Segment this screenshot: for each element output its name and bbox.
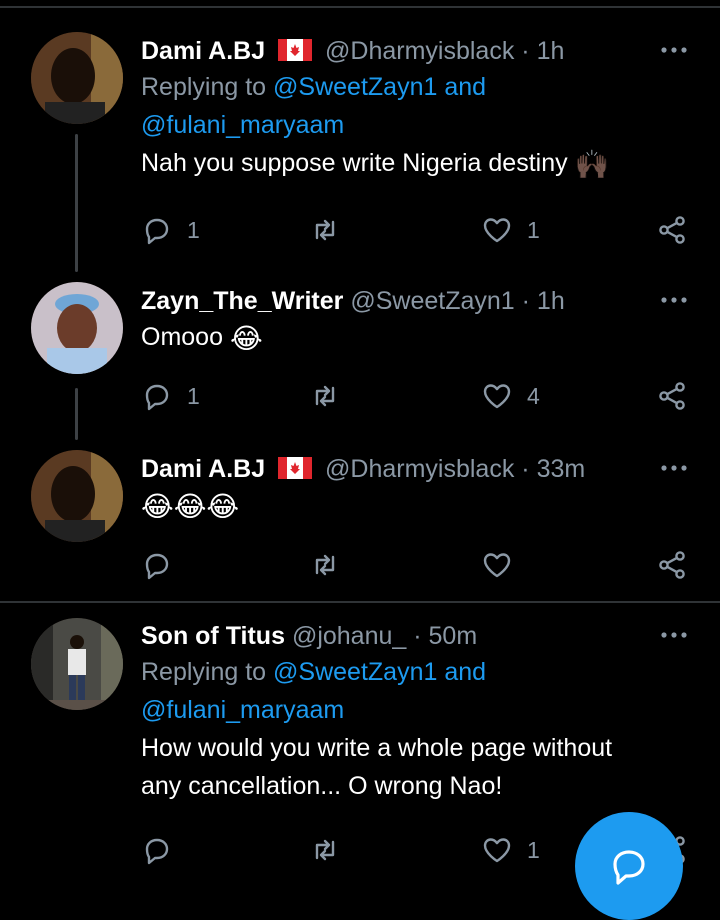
tweet-text: Nah you suppose write Nigeria destiny 🙌🏿 [141,144,690,184]
canada-flag-icon [278,39,313,61]
action-bar: 1 4 [141,376,701,416]
tweet-header: Son of Titus @johanu_ · 50m [141,619,690,653]
replying-to-line-2: @fulani_maryaam [141,106,690,144]
like-count: 1 [527,836,540,863]
display-name[interactable]: Dami A.BJ [141,37,265,65]
reply-button[interactable] [141,830,187,870]
retweet-button[interactable] [309,210,355,250]
thread-line [75,134,78,272]
display-name[interactable]: Son of Titus [141,622,285,650]
separator-dot: · [521,287,530,315]
share-button[interactable] [656,376,688,416]
like-icon [483,384,511,409]
retweet-icon [315,554,335,576]
like-icon [483,553,511,578]
reply-icon [145,553,169,580]
display-name[interactable]: Dami A.BJ [141,455,265,483]
laughing-emoji: 😂😂😂 [141,491,240,522]
action-bar: 1 1 [141,210,701,250]
tweet-text: 😂😂😂 [141,486,690,526]
avatar-image [31,282,123,374]
tweet-text: Omooo 😂 [141,318,690,358]
reply-icon [145,384,169,411]
avatar-son-of-titus[interactable] [31,618,123,710]
share-icon [659,216,685,244]
avatar-image [31,32,123,124]
replying-to-label: Replying to [141,73,267,101]
thread-line [75,388,78,440]
more-icon[interactable] [658,623,690,647]
replying-to-user-2[interactable]: @fulani_maryaam [141,111,344,139]
separator-dot: · [521,37,530,65]
like-button[interactable] [481,545,527,585]
replying-to-user-2[interactable]: @fulani_maryaam [141,696,344,724]
share-button[interactable] [656,210,688,250]
tweet-body: Nah you suppose write Nigeria destiny [141,149,568,177]
like-count: 1 [527,216,540,243]
raised-hands-emoji: 🙌🏿 [574,149,610,180]
laughing-emoji: 😂 [229,323,263,354]
compose-icon [613,850,645,885]
replying-to: Replying to @SweetZayn1 and [141,653,690,691]
tweet-body: Omooo [141,323,223,351]
action-bar [141,545,701,585]
retweet-icon [315,839,335,861]
reply-button[interactable]: 1 [141,376,200,416]
like-button[interactable]: 1 [481,830,540,870]
handle[interactable]: @Dharmyisblack [325,455,514,483]
retweet-button[interactable] [309,830,355,870]
more-icon[interactable] [658,456,690,480]
replying-to-users[interactable]: @SweetZayn1 and [273,73,486,101]
avatar-image [31,450,123,542]
like-count: 4 [527,382,540,409]
share-icon [659,551,685,579]
timestamp[interactable]: 33m [537,455,586,483]
handle[interactable]: @SweetZayn1 [350,287,514,315]
top-divider [0,6,720,8]
more-icon[interactable] [658,38,690,62]
share-button[interactable] [656,545,688,585]
avatar-dami[interactable] [31,32,123,124]
conversation-divider [0,601,720,603]
separator-dot: · [521,455,530,483]
timestamp[interactable]: 1h [537,37,565,65]
reply-button[interactable]: 1 [141,210,200,250]
reply-icon [145,218,169,245]
retweet-button[interactable] [309,545,355,585]
handle[interactable]: @Dharmyisblack [325,37,514,65]
timestamp[interactable]: 50m [429,622,478,650]
tweet-body: How would you write a whole page without [141,734,613,762]
reply-button[interactable] [141,545,187,585]
canada-flag-icon [278,457,313,479]
tweet-header: Zayn_The_Writer @SweetZayn1 · 1h [141,284,690,318]
like-icon [483,218,511,243]
replying-to-users[interactable]: @SweetZayn1 and [273,658,486,686]
tweet-body-line-2: any cancellation... O wrong Nao! [141,772,503,800]
replying-to-label: Replying to [141,658,267,686]
like-icon [483,838,511,863]
timestamp[interactable]: 1h [537,287,565,315]
reply-count: 1 [187,216,200,243]
tweet-header: Dami A.BJ @Dharmyisblack · 1h [141,34,690,68]
avatar-image [31,618,123,710]
replying-to-line-2: @fulani_maryaam [141,691,690,729]
compose-button[interactable] [575,812,683,920]
tweet-header: Dami A.BJ @Dharmyisblack · 33m [141,452,690,486]
handle[interactable]: @johanu_ [292,622,406,650]
like-button[interactable]: 1 [481,210,540,250]
avatar-zayn[interactable] [31,282,123,374]
share-icon [659,382,685,410]
reply-icon [145,838,169,865]
retweet-icon [315,385,335,407]
retweet-icon [315,219,335,241]
display-name[interactable]: Zayn_The_Writer [141,287,343,315]
like-button[interactable]: 4 [481,376,540,416]
avatar-dami[interactable] [31,450,123,542]
reply-count: 1 [187,382,200,409]
separator-dot: · [413,622,422,650]
replying-to: Replying to @SweetZayn1 and [141,68,690,106]
retweet-button[interactable] [309,376,355,416]
more-icon[interactable] [658,288,690,312]
